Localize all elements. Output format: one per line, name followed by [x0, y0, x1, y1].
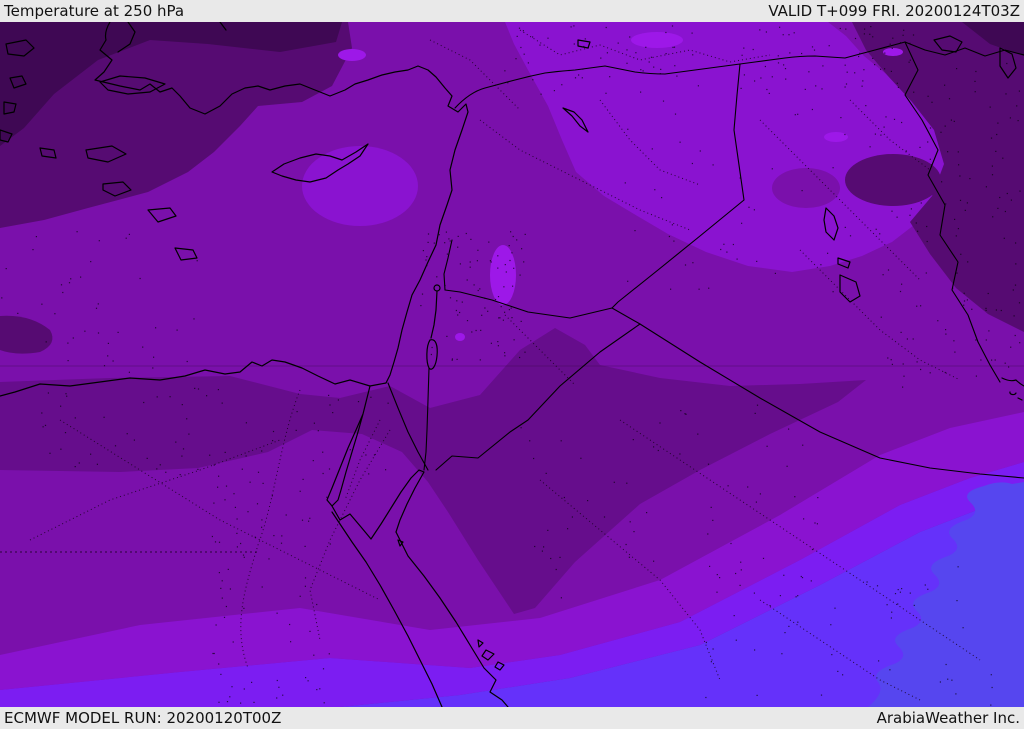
band-medium-enclave [772, 168, 840, 208]
credit-label: ArabiaWeather Inc. [876, 709, 1020, 727]
hot-spot [490, 245, 516, 305]
top-title-bar: Temperature at 250 hPa VALID T+099 FRI. … [0, 0, 1024, 22]
bottom-credit-bar: ECMWF MODEL RUN: 20200120T00Z ArabiaWeat… [0, 707, 1024, 729]
band-bright-cyprus-lobe [302, 146, 418, 226]
hot-spot [338, 49, 366, 61]
hot-spot [824, 132, 848, 142]
model-run-label: ECMWF MODEL RUN: 20200120T00Z [4, 709, 282, 727]
weather-map-screenshot: Temperature at 250 hPa VALID T+099 FRI. … [0, 0, 1024, 729]
temperature-contour-map [0, 22, 1024, 707]
hot-spot [883, 48, 903, 56]
band-dark-patch-niraq [845, 154, 941, 206]
validity-label: VALID T+099 FRI. 20200124T03Z [768, 2, 1020, 20]
hot-spot [455, 333, 465, 341]
map-area [0, 22, 1024, 707]
hot-spot [631, 32, 683, 48]
map-title: Temperature at 250 hPa [4, 2, 185, 20]
